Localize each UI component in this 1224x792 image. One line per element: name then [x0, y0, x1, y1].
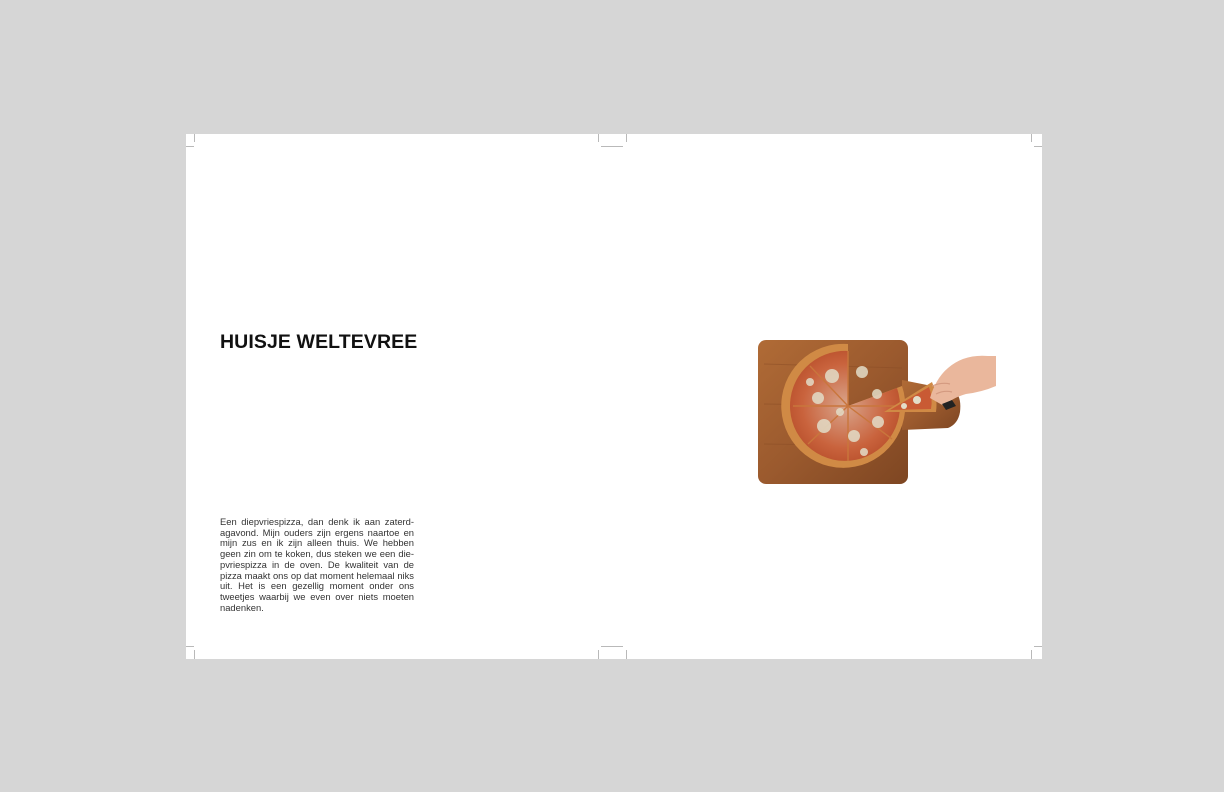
crop-mark: [601, 646, 623, 647]
body-paragraph: Een diepvriespizza, dan denk ik aan zate…: [220, 516, 414, 613]
crop-mark: [598, 134, 599, 142]
crop-mark: [194, 134, 195, 142]
crop-mark: [194, 650, 195, 659]
pizza-photo: [752, 294, 998, 504]
page-title: HUISJE WELTEVREE: [220, 331, 418, 353]
pizza-on-board-icon: [758, 340, 996, 484]
hand: [930, 355, 996, 410]
crop-mark: [1031, 134, 1032, 142]
crop-mark: [1034, 146, 1042, 147]
crop-mark: [186, 646, 194, 647]
crop-mark: [626, 650, 627, 659]
crop-mark: [1034, 646, 1042, 647]
crop-mark: [1031, 650, 1032, 659]
crop-mark: [626, 134, 627, 142]
crop-mark: [598, 650, 599, 659]
crop-mark: [601, 146, 623, 147]
document-spread: HUISJE WELTEVREE Een diepvriespizza, dan…: [186, 134, 1042, 659]
crop-mark: [186, 146, 194, 147]
